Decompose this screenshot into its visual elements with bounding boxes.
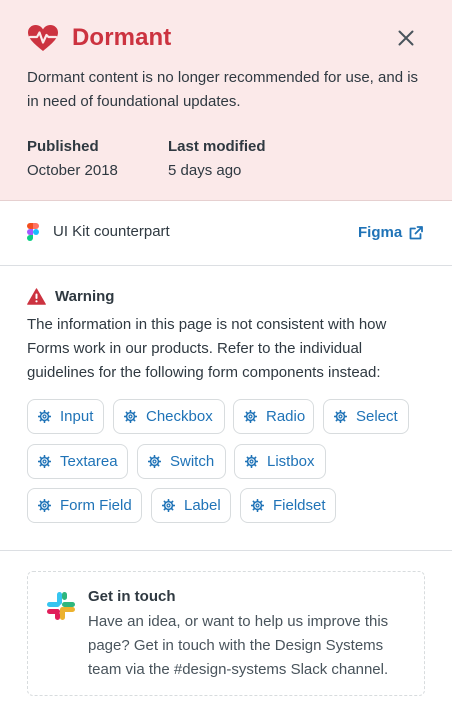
chip-label: Listbox (267, 453, 315, 470)
component-chip-textarea[interactable]: Textarea (27, 444, 128, 479)
warning-text: The information in this page is not cons… (27, 316, 387, 381)
chip-label: Form Field (60, 497, 132, 514)
warning-triangle-icon (27, 287, 46, 305)
gear-icon (124, 410, 137, 423)
published-meta: Published October 2018 (27, 135, 118, 183)
gear-icon (245, 455, 258, 468)
published-value: October 2018 (27, 162, 118, 179)
status-title: Dormant (72, 24, 172, 51)
warning-section: Warning The information in this page is … (0, 266, 452, 551)
ui-kit-row: UI Kit counterpart Figma (0, 201, 452, 266)
figma-link[interactable]: Figma (358, 224, 424, 241)
component-chip-fieldset[interactable]: Fieldset (240, 488, 336, 523)
gear-icon (38, 410, 51, 423)
external-link-icon (409, 225, 424, 239)
gear-icon (334, 410, 347, 423)
component-chip-form-field[interactable]: Form Field (27, 488, 142, 523)
chip-label: Label (184, 497, 221, 514)
chip-label: Select (356, 408, 398, 425)
chip-label: Input (60, 408, 94, 425)
get-in-touch-text: Have an idea, or want to help us improve… (88, 613, 389, 678)
published-label: Published (27, 138, 99, 155)
gear-icon (38, 455, 51, 468)
heartbeat-icon (28, 25, 58, 51)
chip-label: Checkbox (146, 408, 213, 425)
gear-icon (162, 499, 175, 512)
modified-value: 5 days ago (168, 162, 242, 179)
gear-icon (148, 455, 161, 468)
close-icon (398, 30, 414, 46)
gear-icon (38, 499, 51, 512)
component-chip-radio[interactable]: Radio (233, 399, 314, 434)
chip-label: Textarea (60, 453, 118, 470)
component-chip-switch[interactable]: Switch (137, 444, 226, 479)
gear-icon (244, 410, 257, 423)
get-in-touch-title: Get in touch (88, 588, 176, 605)
modified-label: Last modified (168, 138, 266, 155)
get-in-touch-card: Get in touch Have an idea, or want to he… (27, 571, 425, 696)
component-chip-input[interactable]: Input (27, 399, 104, 434)
component-chip-listbox[interactable]: Listbox (234, 444, 326, 479)
warning-title: Warning (55, 287, 115, 305)
component-chip-select[interactable]: Select (323, 399, 409, 434)
chip-label: Fieldset (273, 497, 326, 514)
chip-label: Switch (170, 453, 215, 470)
figma-icon (27, 223, 39, 241)
warning-header: Warning (27, 286, 114, 306)
figma-link-label: Figma (358, 224, 403, 241)
chip-label: Radio (266, 408, 306, 425)
status-panel: Dormant Dormant content is no longer rec… (0, 0, 452, 714)
gear-icon (251, 499, 264, 512)
close-button[interactable] (395, 27, 417, 49)
status-header: Dormant Dormant content is no longer rec… (0, 0, 452, 201)
slack-icon (47, 592, 75, 620)
modified-meta: Last modified 5 days ago (168, 135, 266, 183)
component-chip-label[interactable]: Label (151, 488, 231, 523)
ui-kit-label: UI Kit counterpart (53, 223, 170, 240)
status-description: Dormant content is no longer recommended… (27, 69, 419, 110)
status-title-row: Dormant (27, 20, 171, 56)
component-chip-checkbox[interactable]: Checkbox (113, 399, 225, 434)
